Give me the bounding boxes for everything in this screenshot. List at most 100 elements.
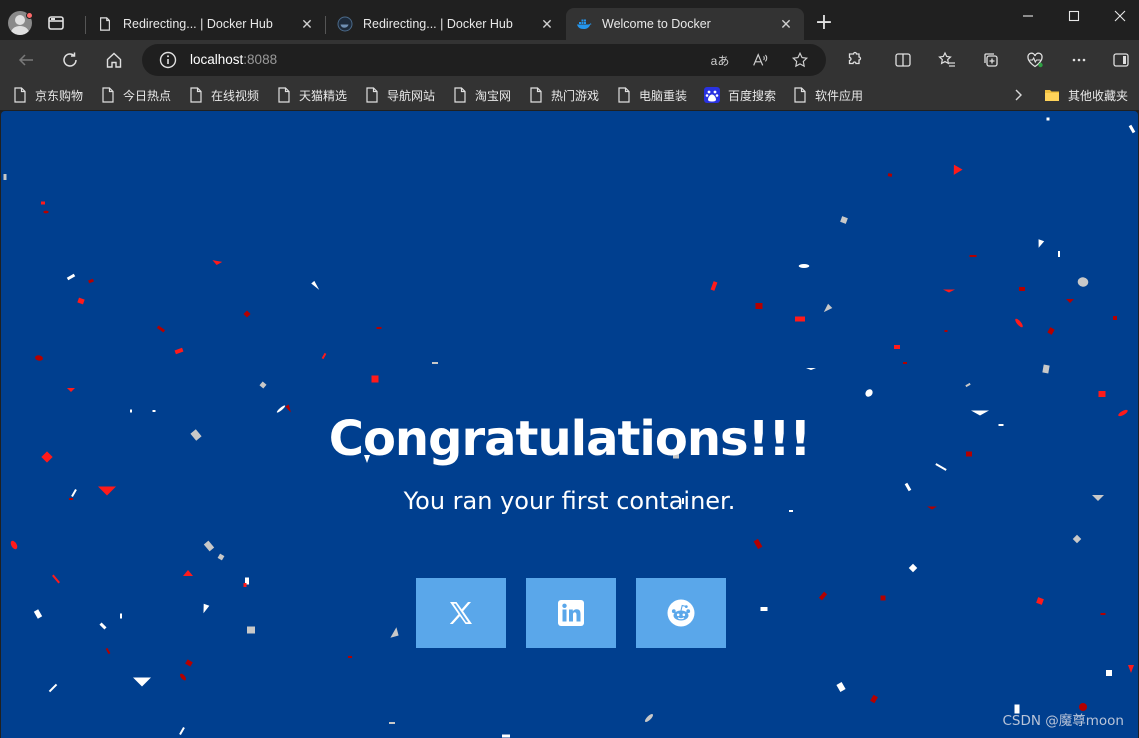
confetti-piece (390, 627, 399, 638)
bookmark-label: 百度搜索 (728, 88, 777, 103)
address-bar[interactable]: localhost:8088 aあ (142, 44, 826, 76)
favorite-star-icon[interactable] (790, 50, 810, 70)
bookmark-item[interactable]: 百度搜索 (704, 85, 776, 105)
page-icon (794, 87, 806, 103)
confetti-piece (1019, 287, 1025, 291)
site-info-icon[interactable] (158, 50, 178, 70)
tab-actions-icon[interactable] (46, 13, 66, 33)
confetti-piece (953, 164, 963, 175)
read-aloud-icon[interactable] (750, 50, 770, 70)
share-x-button[interactable] (416, 578, 506, 648)
bookmark-item[interactable]: 软件应用 (793, 85, 863, 105)
tab-welcome-to-docker[interactable]: Welcome to Docker ✕ (566, 8, 804, 40)
tab-close-icon[interactable]: ✕ (539, 16, 555, 32)
confetti-piece (944, 330, 948, 332)
confetti-piece (903, 362, 907, 364)
chevron-right-icon[interactable] (1010, 86, 1026, 104)
confetti-piece (865, 389, 873, 397)
page-subtitle: You ran your first container. (403, 487, 736, 515)
confetti-piece (179, 727, 185, 735)
bookmark-label: 京东购物 (35, 88, 84, 103)
maximize-button[interactable] (1051, 0, 1097, 32)
confetti-piece (1066, 299, 1074, 303)
tab-redirecting-1[interactable]: Redirecting... | Docker Hub ✕ (87, 8, 325, 40)
maximize-icon (1068, 10, 1080, 22)
translate-icon[interactable]: aあ (710, 50, 730, 70)
favorites-button[interactable] (933, 46, 961, 74)
bookmark-item[interactable]: 京东购物 (13, 85, 83, 105)
bookmark-item[interactable]: 电脑重装 (617, 85, 687, 105)
url-host: localhost (190, 52, 244, 67)
confetti-piece (1100, 613, 1106, 615)
page-icon (530, 87, 542, 103)
home-icon (106, 52, 122, 68)
bookmark-label: 其他收藏夹 (1068, 88, 1129, 103)
confetti-piece (760, 607, 768, 611)
page-title: Congratulations!!! (328, 411, 812, 467)
bookmark-item[interactable]: 在线视频 (189, 85, 259, 105)
confetti-piece (1042, 364, 1050, 374)
other-favorites-folder[interactable]: 其他收藏夹 (1044, 85, 1128, 105)
back-arrow-icon (18, 54, 33, 66)
confetti-piece (969, 255, 977, 257)
tab-close-icon[interactable]: ✕ (778, 16, 794, 32)
confetti-piece (798, 264, 810, 268)
refresh-icon (63, 52, 77, 67)
bookmark-label: 电脑重装 (639, 88, 688, 103)
bookmark-item[interactable]: 热门游戏 (529, 85, 599, 105)
minimize-button[interactable] (1005, 0, 1051, 32)
bookmark-label: 导航网站 (387, 88, 436, 103)
more-dots-icon (1072, 58, 1086, 62)
sidebar-icon (1113, 53, 1129, 67)
bookmark-label: 天猫精选 (299, 88, 348, 103)
bookmark-item[interactable]: 天猫精选 (277, 85, 347, 105)
docker-whale-icon (576, 16, 592, 32)
confetti-piece (1077, 277, 1089, 287)
close-icon (1114, 10, 1126, 22)
bookmark-item[interactable]: 淘宝网 (453, 85, 511, 105)
puzzle-icon (848, 51, 862, 65)
bookmark-item[interactable]: 今日热点 (101, 85, 171, 105)
confetti-piece (908, 563, 918, 573)
confetti-piece (795, 316, 805, 322)
close-window-button[interactable] (1097, 0, 1139, 32)
sidebar-toggle-button[interactable] (1107, 46, 1135, 74)
settings-more-button[interactable] (1065, 46, 1093, 74)
folder-icon (1045, 90, 1059, 101)
confetti-piece (818, 591, 828, 601)
confetti-piece (321, 352, 327, 360)
refresh-button[interactable] (56, 46, 84, 74)
page-icon (454, 87, 466, 103)
tab-redirecting-2[interactable]: Redirecting... | Docker Hub ✕ (327, 8, 565, 40)
collections-icon (984, 53, 998, 67)
collections-button[interactable] (977, 46, 1005, 74)
new-tab-button[interactable]: + (812, 12, 836, 36)
confetti-piece (259, 381, 267, 389)
split-screen-button[interactable] (889, 46, 917, 74)
home-button[interactable] (100, 46, 128, 74)
extensions-button[interactable] (840, 46, 868, 74)
confetti-piece (1058, 251, 1060, 257)
confetti-piece (88, 278, 94, 284)
back-button[interactable] (12, 46, 40, 74)
confetti-piece (1113, 316, 1117, 320)
bookmark-item[interactable]: 导航网站 (365, 85, 435, 105)
confetti-piece (120, 613, 122, 619)
confetti-piece (894, 345, 900, 349)
page-icon (278, 87, 290, 103)
confetti-piece (156, 325, 166, 333)
url-text[interactable]: localhost:8088 (190, 52, 277, 67)
confetti-piece (432, 362, 438, 364)
baidu-icon (704, 87, 720, 103)
share-reddit-button[interactable] (636, 578, 726, 648)
reddit-icon (667, 599, 695, 627)
browser-essentials-button[interactable] (1021, 46, 1049, 74)
confetti-piece (389, 722, 395, 724)
confetti-piece (99, 622, 107, 630)
url-port: :8088 (243, 52, 278, 67)
confetti-piece (180, 673, 186, 681)
tab-close-icon[interactable]: ✕ (299, 16, 315, 32)
bookmark-label: 在线视频 (211, 88, 260, 103)
confetti-piece (965, 382, 971, 388)
share-linkedin-button[interactable] (526, 578, 616, 648)
